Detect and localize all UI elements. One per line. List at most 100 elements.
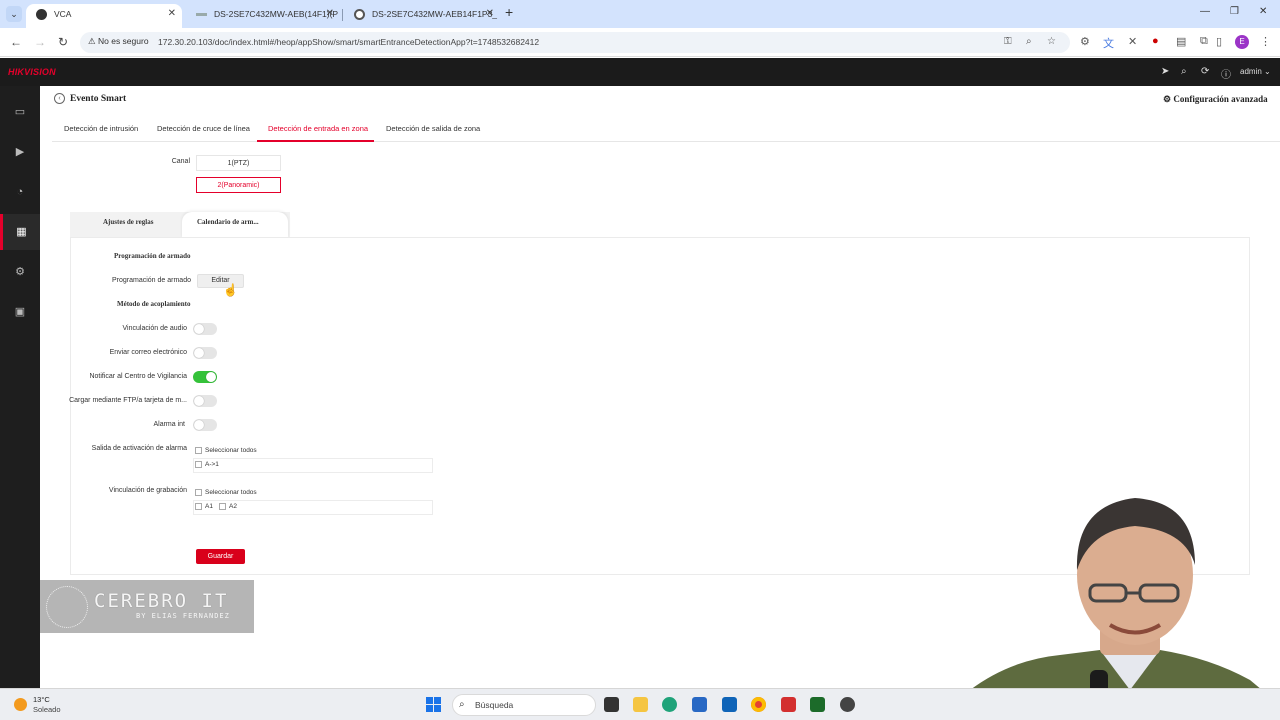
browser-tab-vca[interactable]: VCA ✕ [26, 4, 182, 28]
audio-linkage-toggle[interactable] [193, 323, 217, 335]
record-channel-name: A1 [205, 503, 213, 511]
search-icon: ⌕ [459, 699, 465, 710]
task-view-icon[interactable] [604, 697, 619, 712]
internal-alarm-toggle[interactable] [193, 419, 217, 431]
channel-1-button[interactable]: 1(PTZ) [196, 155, 281, 171]
toggle-knob [194, 348, 204, 358]
tab-region-exiting[interactable]: Detección de salida de zona [386, 124, 480, 133]
save-button[interactable]: Guardar [196, 549, 245, 564]
back-circle-icon[interactable]: ‹ [54, 93, 65, 104]
email-linkage-toggle[interactable] [193, 347, 217, 359]
ftp-upload-toggle[interactable] [193, 395, 217, 407]
apps-grid-icon[interactable]: ▦ [0, 214, 40, 250]
settings-icon[interactable]: ⚙ [0, 254, 40, 290]
key-icon[interactable]: ⚿ [1004, 36, 1012, 47]
tab-search-button[interactable]: ⌄ [6, 6, 22, 22]
edge-icon[interactable] [662, 697, 677, 712]
advanced-config-link[interactable]: ⚙ Configuración avanzada [1163, 94, 1268, 105]
alarm-output-select-all[interactable]: Seleccionar todos [195, 447, 257, 454]
record-channel-a2[interactable]: A2 [219, 503, 237, 510]
sidebar-icon[interactable]: ▯ [1216, 35, 1222, 48]
store-icon[interactable] [692, 697, 707, 712]
internal-alarm-label: Alarma int [153, 421, 185, 428]
maintenance-icon[interactable]: ▣ [0, 294, 40, 330]
playback-icon[interactable]: ▶ [0, 134, 40, 170]
user-name: admin [1240, 67, 1262, 76]
send-icon[interactable]: ➤ [1161, 66, 1169, 77]
start-tile [426, 697, 433, 704]
puzzle-icon[interactable]: ⧉ [1200, 35, 1208, 48]
tab-line-crossing[interactable]: Detección de cruce de línea [157, 124, 250, 133]
hikvision-favicon-icon [36, 9, 47, 20]
user-menu[interactable]: admin ⌄ [1240, 67, 1271, 76]
close-tab-icon[interactable]: ✕ [168, 4, 176, 24]
reload-icon[interactable]: ↻ [58, 35, 68, 49]
extension-icon[interactable]: ▤ [1176, 35, 1186, 48]
menu-dots-icon[interactable]: ⋮ [1260, 35, 1271, 48]
forward-arrow-icon[interactable]: → [34, 35, 46, 49]
file-explorer-icon[interactable] [633, 697, 648, 712]
minimize-icon[interactable]: — [1200, 6, 1210, 17]
record-linkage-label: Vinculación de grabación [108, 487, 187, 494]
sun-icon[interactable] [14, 698, 27, 711]
terminal-icon[interactable] [810, 697, 825, 712]
start-tile [434, 705, 441, 712]
linkage-heading: Método de acoplamiento [117, 300, 191, 308]
tab-title: DS-2SE7C432MW-AEB14F1P3_ [372, 9, 498, 19]
alarm-output-a1[interactable]: A->1 [195, 461, 219, 468]
extension-icon[interactable]: ✕ [1128, 35, 1137, 48]
audio-linkage-label: Vinculación de audio [122, 325, 187, 332]
not-secure-label: No es seguro [97, 36, 149, 46]
app-icon[interactable] [781, 697, 796, 712]
browser-tab-camera-2[interactable]: DS-2SE7C432MW-AEB14F1P3_ ✕ [344, 4, 500, 28]
close-tab-icon[interactable]: ✕ [486, 4, 494, 24]
zoom-icon[interactable]: ⌕ [1026, 36, 1032, 47]
channel-2-button[interactable]: 2(Panoramic) [196, 177, 281, 193]
record-channel-a1[interactable]: A1 [195, 503, 213, 510]
new-tab-button[interactable]: + [505, 4, 513, 20]
omnibox[interactable]: ⚠ No es seguro 172.30.20.103/doc/index.h… [80, 32, 1070, 53]
tab-region-entrance[interactable]: Detección de entrada en zona [268, 124, 368, 133]
checkbox[interactable] [195, 447, 202, 454]
info-icon[interactable]: ⓘ [1221, 66, 1231, 81]
bookmark-star-icon[interactable]: ☆ [1047, 36, 1056, 47]
browser-tab-camera-1[interactable]: DS-2SE7C432MW-AEB(14F1)(P ✕ [186, 4, 340, 28]
page-favicon-icon [196, 13, 207, 16]
advanced-config-label: Configuración avanzada [1173, 94, 1268, 104]
restore-icon[interactable]: ❐ [1230, 6, 1239, 17]
checkbox[interactable] [195, 489, 202, 496]
not-secure-indicator[interactable]: ⚠ No es seguro [88, 36, 149, 47]
weather-temperature[interactable]: 13°C [33, 695, 50, 704]
windows-start-icon[interactable] [426, 697, 441, 712]
close-window-icon[interactable]: ✕ [1259, 6, 1267, 17]
checkbox[interactable] [195, 503, 202, 510]
back-arrow-icon[interactable]: ← [10, 35, 22, 49]
record-channel-name: A2 [229, 503, 237, 511]
checkbox[interactable] [195, 461, 202, 468]
app-header: HIKVISION ➤ ⌕ ⟳ ⓘ admin ⌄ [0, 58, 1280, 86]
live-view-icon[interactable]: ▭ [0, 94, 40, 130]
opera-extension-icon[interactable]: ● [1152, 35, 1159, 47]
taskbar-search[interactable]: ⌕ Búsqueda [452, 694, 596, 716]
tab-intrusion-detection[interactable]: Detección de intrusión [64, 124, 138, 133]
watermark-subtitle: BY ELIAS FERNANDEZ [136, 612, 230, 620]
tab-arming-schedule[interactable]: Calendario de arm... [182, 212, 288, 238]
app-icon[interactable] [840, 697, 855, 712]
checkbox[interactable] [219, 503, 226, 510]
record-select-all[interactable]: Seleccionar todos [195, 489, 257, 496]
url-text[interactable]: 172.30.20.103/doc/index.html#/heop/appSh… [158, 37, 539, 47]
search-icon[interactable]: ⌕ [1181, 66, 1187, 77]
close-tab-icon[interactable]: ✕ [326, 4, 334, 24]
chrome-icon[interactable] [751, 697, 766, 712]
extension-icon[interactable]: ⚙ [1080, 35, 1090, 48]
tab-rule-settings[interactable]: Ajustes de reglas [103, 212, 153, 238]
start-tile [434, 697, 441, 704]
browser-tab-bar: ⌄ VCA ✕ DS-2SE7C432MW-AEB(14F1)(P ✕ DS-2… [0, 0, 1280, 28]
notify-center-toggle[interactable] [193, 371, 217, 383]
outlook-icon[interactable] [722, 697, 737, 712]
weather-description[interactable]: Soleado [33, 705, 61, 714]
translate-icon[interactable]: 文 [1103, 35, 1114, 51]
profile-avatar[interactable]: E [1235, 35, 1249, 49]
sync-icon[interactable]: ⟳ [1201, 66, 1209, 77]
ptz-icon[interactable]: ◔ [0, 174, 40, 210]
